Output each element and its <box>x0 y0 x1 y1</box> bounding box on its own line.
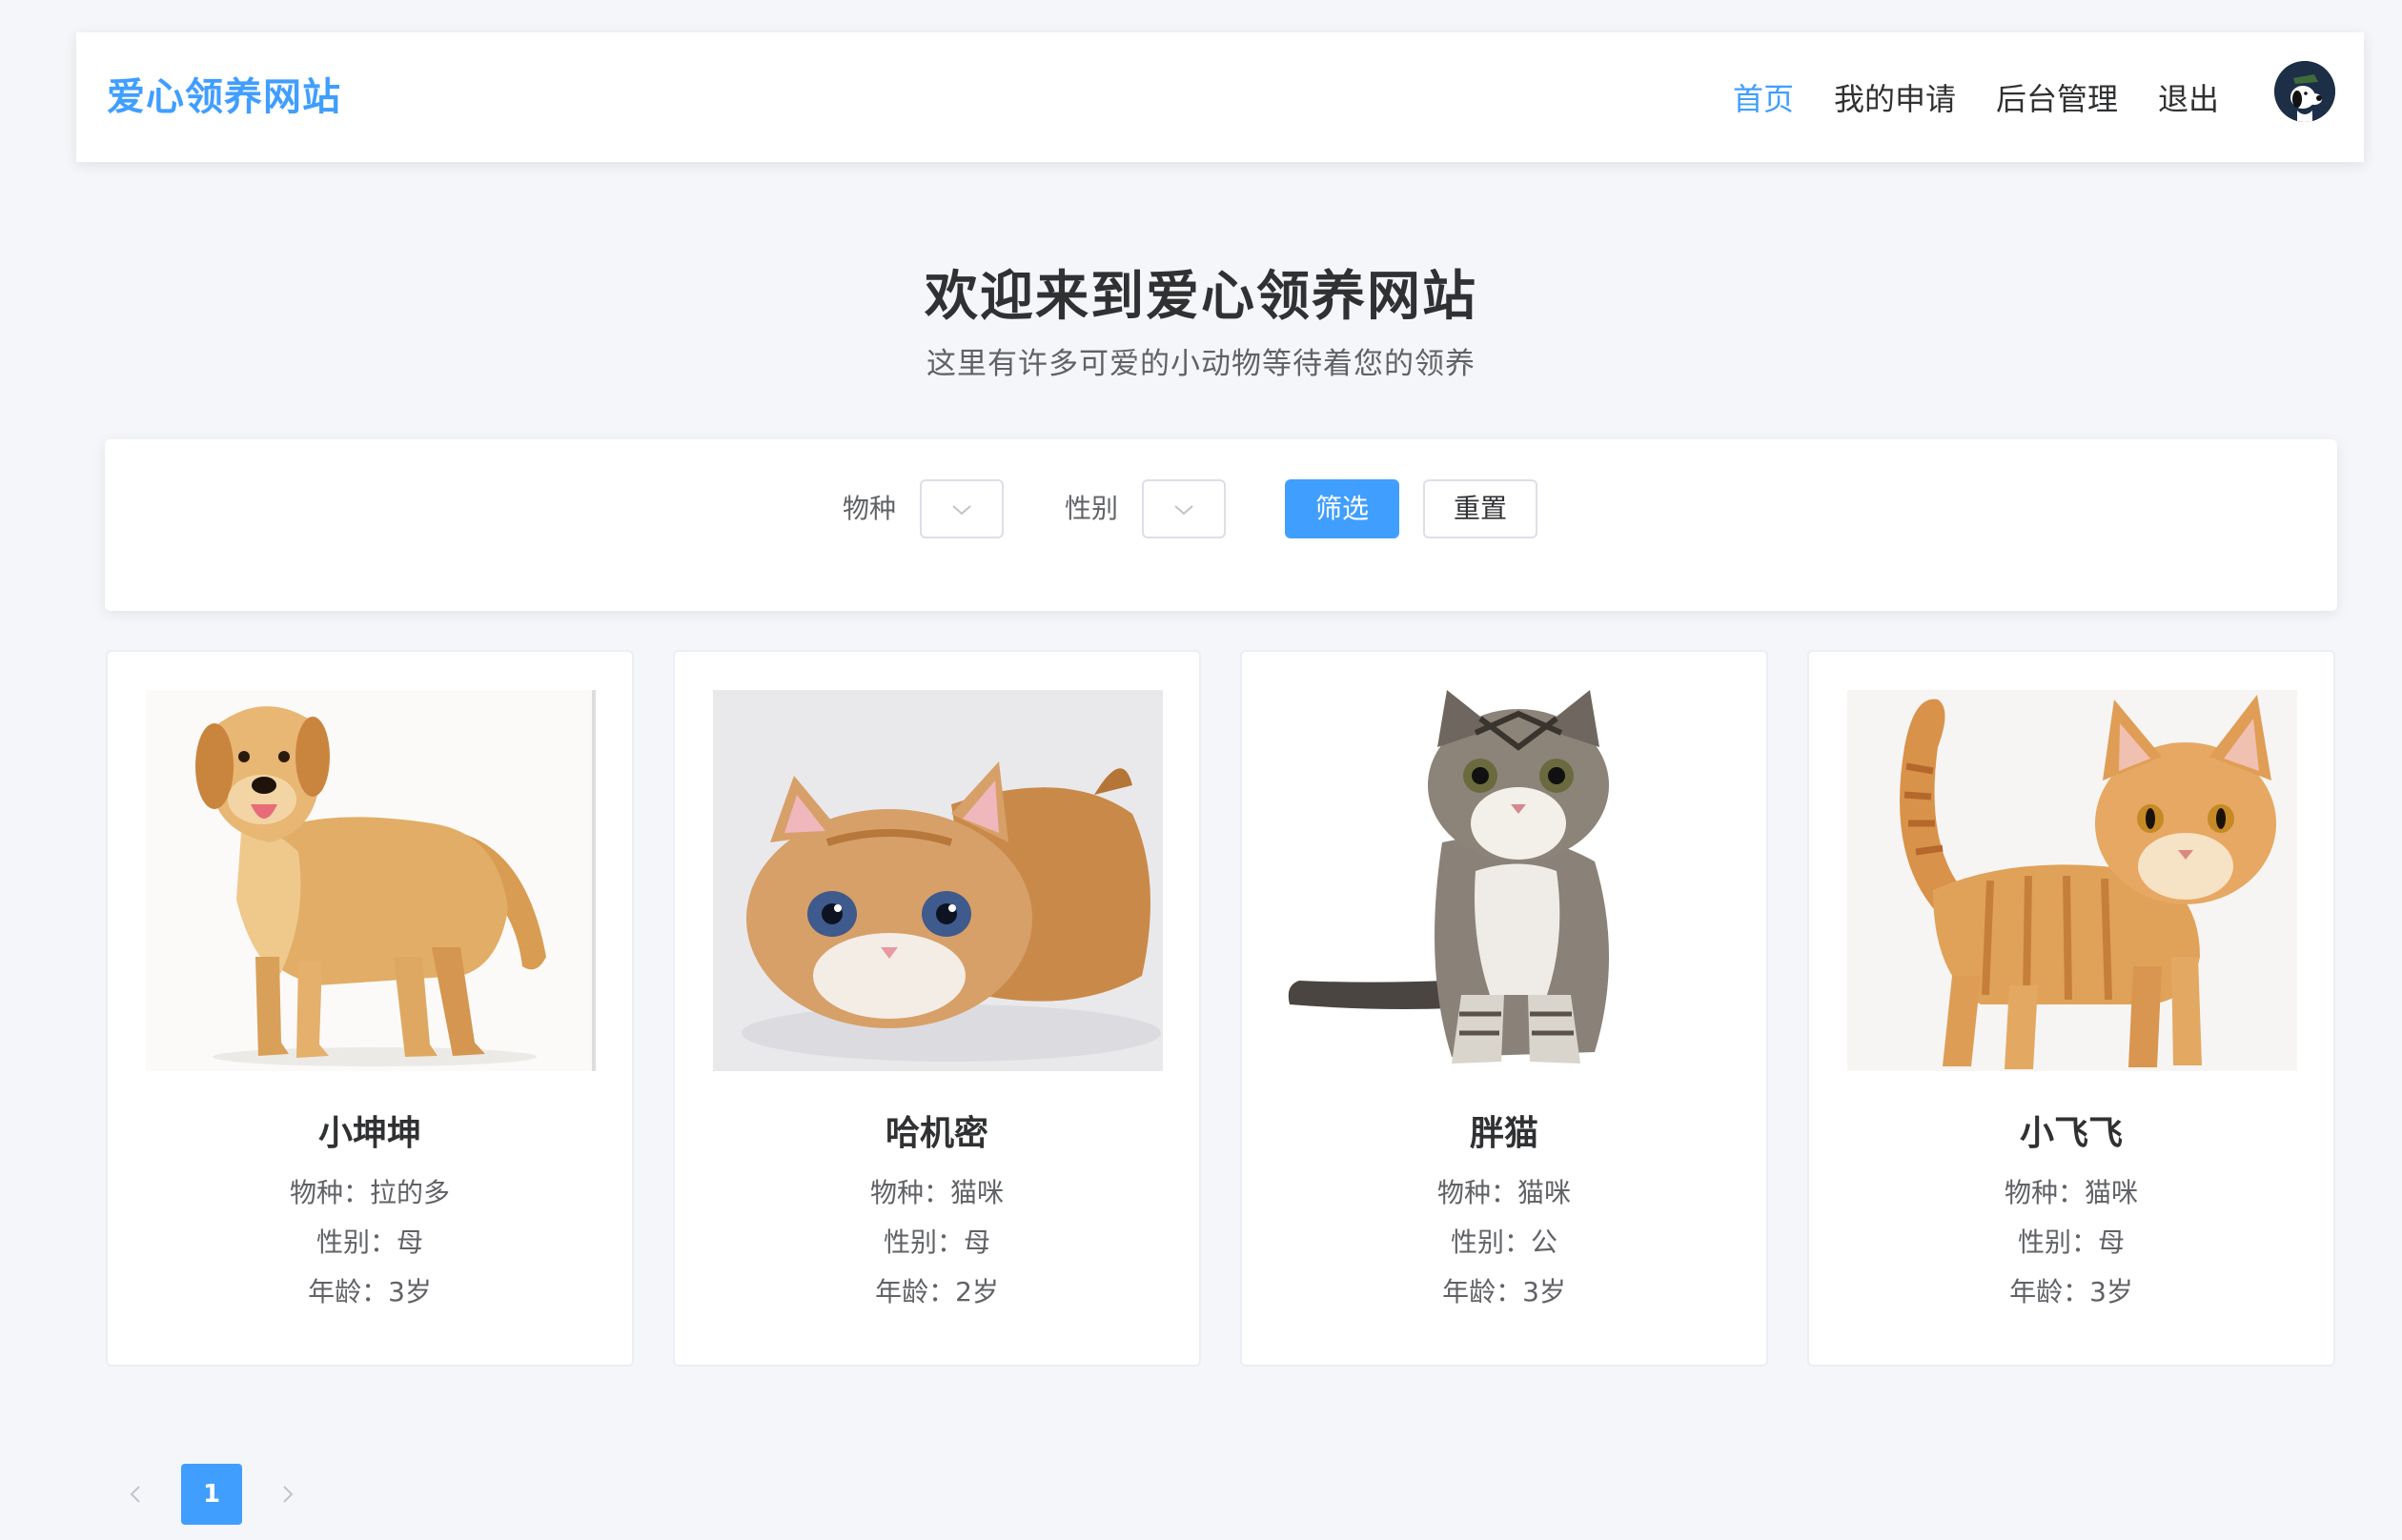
pagination-page-1[interactable]: 1 <box>181 1464 242 1525</box>
filter-button[interactable]: 筛选 <box>1285 479 1399 538</box>
pet-age: 年龄：3岁 <box>308 1276 432 1307</box>
pet-card[interactable]: 小飞飞 物种：猫咪 性别：母 年龄：3岁 <box>1807 650 2335 1367</box>
chevron-right-icon <box>283 1486 294 1503</box>
user-avatar[interactable] <box>2274 61 2335 122</box>
chevron-down-icon <box>1174 505 1193 516</box>
pet-name: 胖猫 <box>1469 1114 1538 1153</box>
pet-card[interactable]: 小坤坤 物种：拉的多 性别：母 年龄：3岁 <box>106 650 634 1367</box>
pet-card[interactable]: 哈机密 物种：猫咪 性别：母 年龄：2岁 <box>673 650 1201 1367</box>
main-nav: 首页 我的申请 后台管理 退出 <box>1693 32 2219 162</box>
filter-panel: 物种 性别 筛选 重置 <box>105 439 2337 611</box>
pet-age: 年龄：3岁 <box>2009 1276 2133 1307</box>
gender-label: 性别 <box>1065 493 1119 524</box>
pet-gender: 性别：母 <box>2017 1226 2125 1258</box>
snoopy-avatar-icon <box>2274 61 2335 122</box>
pet-species: 物种：猫咪 <box>1436 1177 1571 1208</box>
page-subtitle: 这里有许多可爱的小动物等待着您的领养 <box>926 347 1476 381</box>
pet-gender: 性别：公 <box>1450 1226 1557 1258</box>
gender-select[interactable] <box>1142 479 1226 538</box>
pet-name: 小飞飞 <box>2019 1114 2123 1153</box>
chevron-down-icon <box>952 505 971 516</box>
pet-photo-orange-kitten[interactable] <box>713 690 1163 1071</box>
orange-cat-image <box>1847 690 2297 1071</box>
pet-species: 物种：拉的多 <box>289 1177 450 1208</box>
pagination-prev-button[interactable] <box>105 1464 166 1525</box>
tabby-kitten-image <box>1280 690 1730 1071</box>
species-select[interactable] <box>920 479 1004 538</box>
pet-name: 小坤坤 <box>317 1114 421 1153</box>
reset-button[interactable]: 重置 <box>1423 479 1537 538</box>
species-label: 物种 <box>843 493 897 524</box>
chevron-left-icon <box>130 1486 140 1503</box>
pet-age: 年龄：3岁 <box>1442 1276 1566 1307</box>
nav-logout[interactable]: 退出 <box>2158 75 2219 119</box>
page-title: 欢迎来到爱心领养网站 <box>925 266 1477 328</box>
pet-species: 物种：猫咪 <box>2004 1177 2138 1208</box>
top-navbar: 爱心领养网站 首页 我的申请 后台管理 退出 <box>76 32 2364 162</box>
pet-photo-orange-cat[interactable] <box>1847 690 2297 1071</box>
golden-retriever-image <box>146 690 596 1071</box>
nav-my-applications[interactable]: 我的申请 <box>1834 75 1956 119</box>
orange-kitten-image <box>713 690 1163 1071</box>
nav-admin[interactable]: 后台管理 <box>1996 75 2118 119</box>
pet-age: 年龄：2岁 <box>875 1276 999 1307</box>
pet-photo-tabby-kitten[interactable] <box>1280 690 1730 1071</box>
pagination-next-button[interactable] <box>257 1464 318 1525</box>
pet-species: 物种：猫咪 <box>869 1177 1004 1208</box>
pet-gender: 性别：母 <box>316 1226 423 1258</box>
site-logo-text[interactable]: 爱心领养网站 <box>107 32 341 162</box>
pet-name: 哈机密 <box>885 1114 988 1153</box>
pet-gender: 性别：母 <box>883 1226 990 1258</box>
pet-card[interactable]: 胖猫 物种：猫咪 性别：公 年龄：3岁 <box>1240 650 1768 1367</box>
nav-home[interactable]: 首页 <box>1733 75 1794 119</box>
pet-photo-golden-retriever[interactable] <box>146 690 596 1071</box>
